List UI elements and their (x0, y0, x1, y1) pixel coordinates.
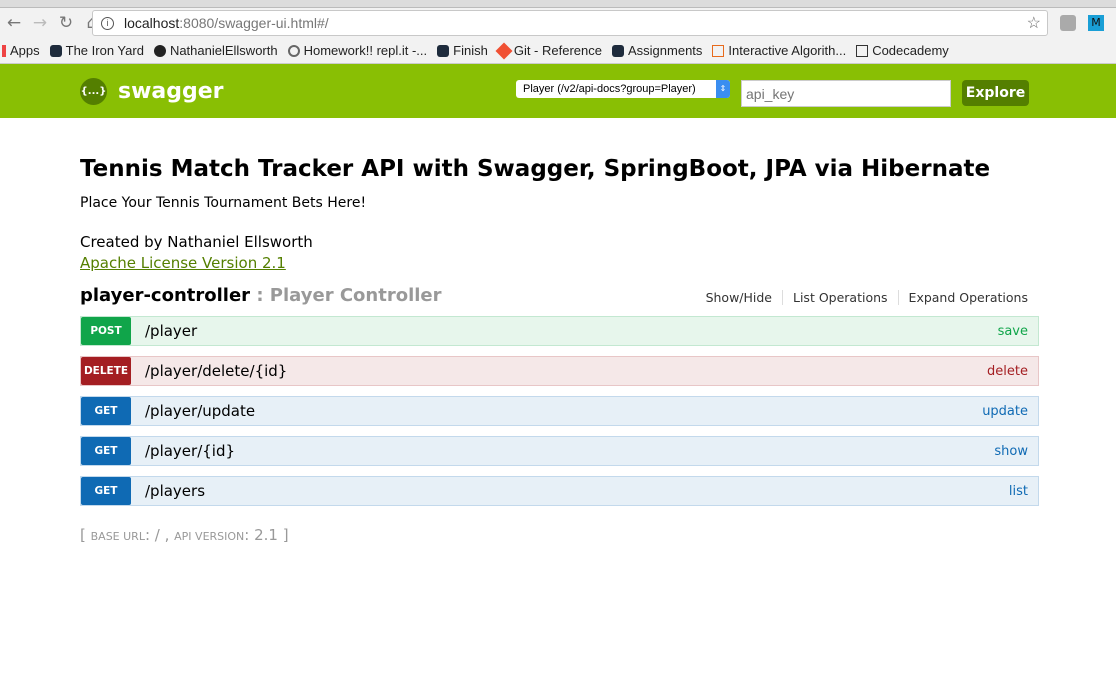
forward-icon[interactable]: → (32, 13, 48, 33)
base-url: : / , (144, 526, 175, 544)
url-host: localhost (124, 15, 180, 31)
show-hide-link[interactable]: Show/Hide (696, 290, 783, 305)
operation-path[interactable]: /player/{id} (145, 442, 994, 460)
swagger-logo-icon: {...} (80, 78, 107, 105)
url-path: :8080/swagger-ui.html#/ (179, 15, 329, 31)
spec-select-value: Player (/v2/api-docs?group=Player) (523, 83, 696, 95)
hexagon-icon (49, 44, 62, 57)
page-title: Tennis Match Tracker API with Swagger, S… (80, 156, 991, 182)
api-footer: [ BASE URL: / , API VERSION: 2.1 ] (80, 526, 289, 544)
api-description: Place Your Tennis Tournament Bets Here! (80, 195, 367, 211)
bookmark[interactable]: Interactive Algorith... (712, 43, 846, 58)
swagger-header: {...} swagger Player (/v2/api-docs?group=… (0, 64, 1116, 118)
api-key-input[interactable] (741, 80, 951, 107)
bookmark-label: The Iron Yard (65, 43, 144, 58)
bookmark[interactable]: NathanielEllsworth (153, 43, 278, 58)
controller-name[interactable]: player-controller (80, 285, 250, 306)
operation-row[interactable]: GET/players list (80, 476, 1039, 506)
bookmark[interactable]: Finish (437, 43, 488, 58)
operation-path[interactable]: /player/update (145, 402, 982, 420)
bracket: [ (80, 526, 91, 544)
bookmark[interactable]: Codecademy (856, 43, 949, 58)
operation-path[interactable]: /players (145, 482, 1009, 500)
logo-text: swagger (118, 79, 224, 104)
info-icon[interactable]: i (101, 16, 114, 30)
controller-heading[interactable]: player-controller : Player Controller (80, 285, 442, 306)
operation-summary[interactable]: update (982, 404, 1028, 419)
method-badge[interactable]: GET (81, 397, 131, 425)
bracket: ] (277, 526, 289, 544)
hexagon-icon (611, 44, 624, 57)
bookmarks-bar: Apps The Iron Yard NathanielEllsworth Ho… (0, 38, 1116, 64)
operation-row[interactable]: POST/player save (80, 316, 1039, 346)
controller-description: Player Controller (269, 285, 442, 306)
replit-icon (287, 44, 300, 57)
tab-strip[interactable] (0, 0, 1116, 8)
select-arrows-icon: ⇕ (716, 80, 730, 98)
address-bar[interactable]: i localhost:8080/swagger-ui.html#/ ☆ (92, 10, 1048, 36)
bookmark-label: Homework!! repl.it -... (303, 43, 428, 58)
bookmark-label: Git - Reference (513, 43, 602, 58)
operation-summary[interactable]: show (994, 444, 1028, 459)
api-version: : 2.1 (244, 526, 278, 544)
operation-row[interactable]: GET/player/{id} show (80, 436, 1039, 466)
apps-icon (2, 44, 6, 57)
codecademy-icon (856, 44, 869, 57)
git-icon (495, 42, 513, 59)
method-badge[interactable]: GET (81, 477, 131, 505)
operation-path[interactable]: /player (145, 322, 998, 340)
hexagon-icon (437, 44, 450, 57)
reload-icon[interactable]: ↻ (58, 13, 74, 33)
operation-summary[interactable]: save (998, 324, 1028, 339)
explore-button[interactable]: Explore (962, 80, 1029, 106)
operation-row[interactable]: DELETE/player/delete/{id} delete (80, 356, 1039, 386)
base-url-label: BASE URL (90, 530, 145, 543)
bookmark-label: NathanielEllsworth (169, 43, 278, 58)
operation-summary[interactable]: delete (987, 364, 1028, 379)
extension-m-icon[interactable]: M (1088, 15, 1104, 31)
operation-summary[interactable]: list (1009, 484, 1028, 499)
back-icon[interactable]: ← (6, 13, 22, 33)
github-icon (153, 44, 166, 57)
extension-icon[interactable] (1060, 15, 1076, 31)
algorithm-icon (712, 44, 725, 57)
bookmark[interactable]: The Iron Yard (49, 43, 144, 58)
separator: : (250, 285, 270, 306)
bookmark-label: Apps (10, 43, 40, 58)
bookmark[interactable]: Homework!! repl.it -... (287, 43, 428, 58)
swagger-logo[interactable]: {...} swagger (80, 78, 224, 105)
api-author: Created by Nathaniel Ellsworth (80, 233, 313, 251)
operation-row[interactable]: GET/player/update update (80, 396, 1039, 426)
bookmark-label: Finish (453, 43, 488, 58)
expand-operations-link[interactable]: Expand Operations (899, 290, 1028, 305)
controller-actions: Show/Hide List Operations Expand Operati… (696, 290, 1028, 305)
license-link[interactable]: Apache License Version 2.1 (80, 254, 286, 272)
bookmark-label: Codecademy (872, 43, 949, 58)
bookmark-apps[interactable]: Apps (2, 43, 40, 58)
bookmark-label: Assignments (627, 43, 703, 58)
spec-select[interactable]: Player (/v2/api-docs?group=Player) ⇕ (516, 80, 730, 98)
bookmark[interactable]: Git - Reference (495, 42, 602, 59)
method-badge[interactable]: GET (81, 437, 131, 465)
method-badge[interactable]: POST (81, 317, 131, 345)
bookmark[interactable]: Assignments (611, 43, 703, 58)
bookmark-star-icon[interactable]: ☆ (1027, 13, 1041, 33)
method-badge[interactable]: DELETE (81, 357, 131, 385)
bookmark-label: Interactive Algorith... (728, 43, 847, 58)
api-version-label: API VERSION (174, 530, 245, 543)
list-operations-link[interactable]: List Operations (783, 290, 899, 305)
operation-path[interactable]: /player/delete/{id} (145, 362, 987, 380)
